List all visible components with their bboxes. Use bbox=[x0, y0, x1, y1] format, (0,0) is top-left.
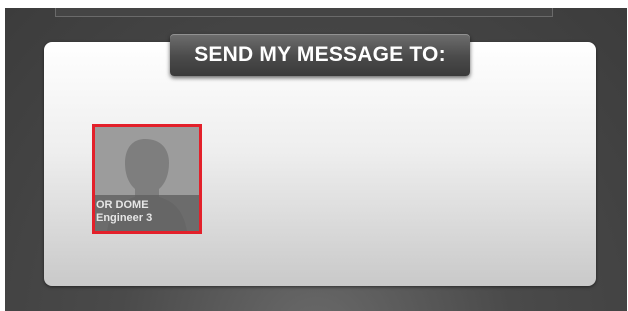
recipient-panel: OR DOME Engineer 3 bbox=[44, 42, 596, 286]
message-dialog-frame: OR DOME Engineer 3 SEND MY MESSAGE TO: bbox=[5, 8, 627, 311]
recipient-name: OR DOME bbox=[96, 199, 149, 211]
recipient-role: Engineer 3 bbox=[96, 212, 153, 224]
page-title: SEND MY MESSAGE TO: bbox=[194, 43, 446, 66]
recipient-caption: OR DOME Engineer 3 bbox=[95, 195, 199, 231]
header-tab: SEND MY MESSAGE TO: bbox=[170, 34, 470, 76]
top-divider bbox=[55, 8, 553, 17]
recipient-card-selected[interactable]: OR DOME Engineer 3 bbox=[92, 124, 202, 234]
